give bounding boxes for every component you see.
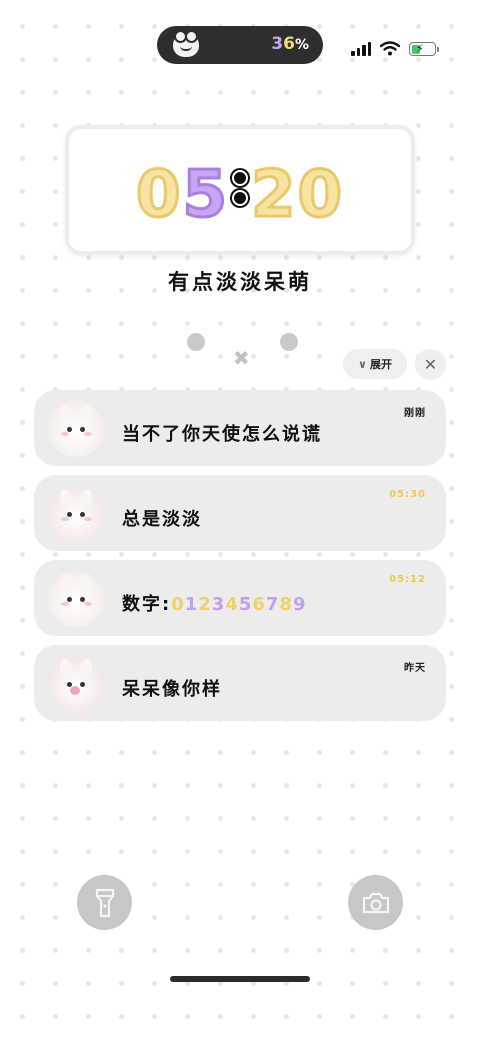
bunny-avatar <box>48 656 104 712</box>
decor-right-eye <box>280 333 298 351</box>
notification-message: 数字:0123456789 <box>122 594 307 615</box>
status-icons: ⚡ <box>351 40 439 56</box>
notification-message: 呆呆像你样 <box>122 679 222 700</box>
chevron-down-icon: ∨ <box>358 357 367 371</box>
cellular-signal-icon <box>351 42 371 56</box>
battery-icon: ⚡ <box>409 42 439 56</box>
home-indicator[interactable] <box>170 976 310 982</box>
lockscreen-motto: 有点淡淡呆萌 <box>168 270 312 294</box>
charging-bolt-icon: ⚡ <box>416 42 424 55</box>
notification-time: 刚刚 <box>404 408 426 419</box>
clock-colon <box>229 164 251 210</box>
flashlight-button[interactable] <box>77 875 132 930</box>
bunny-avatar <box>48 571 104 627</box>
notification-card[interactable]: 当不了你天使怎么说谎 刚刚 <box>34 390 446 466</box>
notification-time: 昨天 <box>404 663 426 674</box>
camera-button[interactable] <box>348 875 403 930</box>
bunny-avatar <box>48 486 104 542</box>
frog-icon <box>173 30 199 57</box>
decor-x-icon: ✖ <box>233 346 250 370</box>
battery-percentage: 36% <box>271 34 309 54</box>
wifi-icon <box>380 41 400 56</box>
camera-icon <box>362 892 389 913</box>
clock-time: 05 20 <box>134 158 345 233</box>
clear-notifications-button[interactable]: ✕ <box>415 349 446 380</box>
notification-time: 05:30 <box>389 489 426 500</box>
expand-button[interactable]: ∨ 展开 <box>343 349 407 379</box>
notification-message: 总是淡淡 <box>122 509 202 530</box>
dynamic-island: 36% <box>157 26 323 64</box>
flashlight-icon <box>95 888 114 917</box>
notification-message: 当不了你天使怎么说谎 <box>122 424 322 445</box>
notification-time: 05:12 <box>389 574 426 585</box>
colored-digits: 0123456789 <box>171 594 307 615</box>
notification-card[interactable]: 数字:0123456789 05:12 <box>34 560 446 636</box>
notification-card[interactable]: 总是淡淡 05:30 <box>34 475 446 551</box>
bunny-avatar <box>48 401 104 457</box>
notification-card[interactable]: 呆呆像你样 昨天 <box>34 645 446 721</box>
clock-widget[interactable]: 05 20 <box>65 125 415 255</box>
decor-left-eye <box>187 333 205 351</box>
close-icon: ✕ <box>423 355 438 374</box>
